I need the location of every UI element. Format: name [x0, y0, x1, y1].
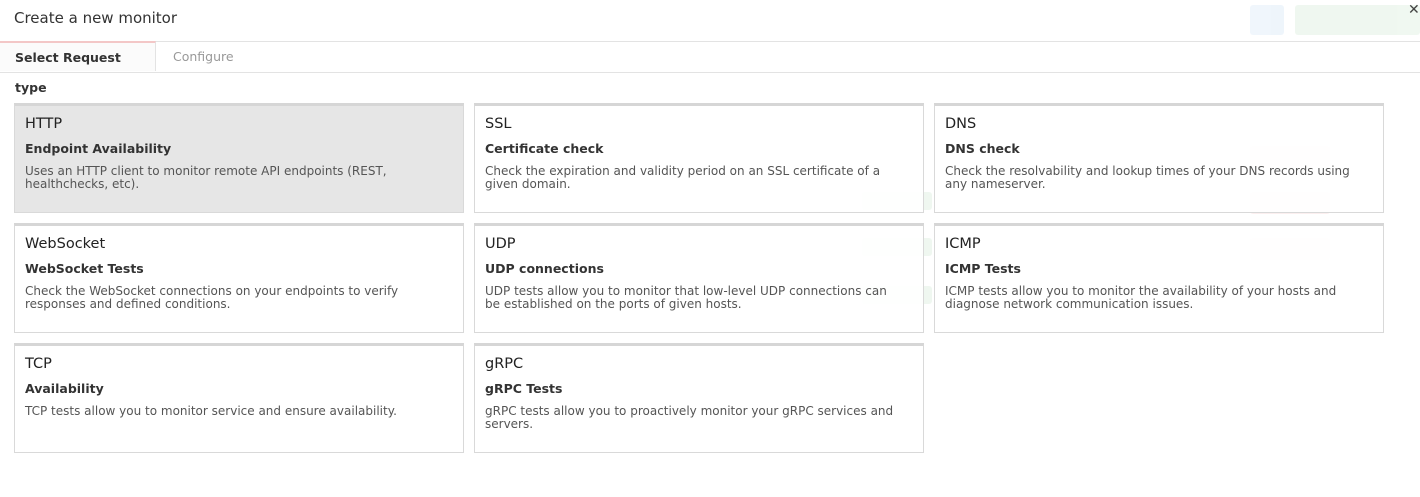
- card-name: WebSocket: [25, 236, 106, 252]
- card-subtitle: ICMP Tests: [945, 261, 1021, 276]
- card-name: TCP: [25, 356, 52, 372]
- card-name: UDP: [485, 236, 516, 252]
- tab-select-request-type[interactable]: Select Request type: [0, 41, 156, 95]
- card-subtitle: Availability: [25, 381, 104, 396]
- request-type-card-websocket[interactable]: WebSocket WebSocket Tests Check the WebS…: [14, 223, 464, 333]
- card-name: SSL: [485, 116, 512, 132]
- card-description: Check the WebSocket connections on your …: [25, 284, 399, 311]
- card-description: UDP tests allow you to monitor that low-…: [485, 284, 887, 311]
- card-description: ICMP tests allow you to monitor the avai…: [945, 284, 1337, 311]
- card-description: gRPC tests allow you to proactively moni…: [485, 404, 894, 431]
- request-type-card-dns[interactable]: DNS DNS check Check the resolvability an…: [934, 103, 1384, 213]
- card-name: DNS: [945, 116, 977, 132]
- request-type-card-ssl[interactable]: SSL Certificate check Check the expirati…: [474, 103, 924, 213]
- tab-bar: Select Request type Configure: [0, 41, 1420, 95]
- request-type-card-udp[interactable]: UDP UDP connections UDP tests allow you …: [474, 223, 924, 333]
- request-type-card-grpc[interactable]: gRPC gRPC Tests gRPC tests allow you to …: [474, 343, 924, 453]
- card-description: Check the expiration and validity period…: [485, 164, 881, 191]
- tab-configure[interactable]: Configure: [173, 42, 234, 72]
- card-name: ICMP: [945, 236, 981, 252]
- create-monitor-modal: Create a new monitor ✕ Select Request ty…: [0, 0, 1420, 497]
- card-subtitle: Endpoint Availability: [25, 141, 172, 156]
- card-subtitle: gRPC Tests: [485, 381, 563, 396]
- card-name: gRPC: [485, 356, 524, 372]
- card-description: TCP tests allow you to monitor service a…: [25, 404, 397, 418]
- card-name: HTTP: [25, 116, 63, 132]
- card-subtitle: Certificate check: [485, 141, 604, 156]
- card-description: Check the resolvability and lookup times…: [945, 164, 1350, 191]
- card-subtitle: UDP connections: [485, 261, 604, 276]
- request-type-card-http[interactable]: HTTP Endpoint Availability Uses an HTTP …: [14, 103, 464, 213]
- request-type-card-tcp[interactable]: TCP Availability TCP tests allow you to …: [14, 343, 464, 453]
- close-icon[interactable]: ✕: [1408, 2, 1420, 18]
- card-description: Uses an HTTP client to monitor remote AP…: [25, 164, 387, 191]
- card-subtitle: DNS check: [945, 141, 1020, 156]
- request-type-card-icmp[interactable]: ICMP ICMP Tests ICMP tests allow you to …: [934, 223, 1384, 333]
- modal-title: Create a new monitor: [14, 9, 178, 27]
- card-subtitle: WebSocket Tests: [25, 261, 144, 276]
- modal-header: Create a new monitor ✕: [0, 0, 1420, 42]
